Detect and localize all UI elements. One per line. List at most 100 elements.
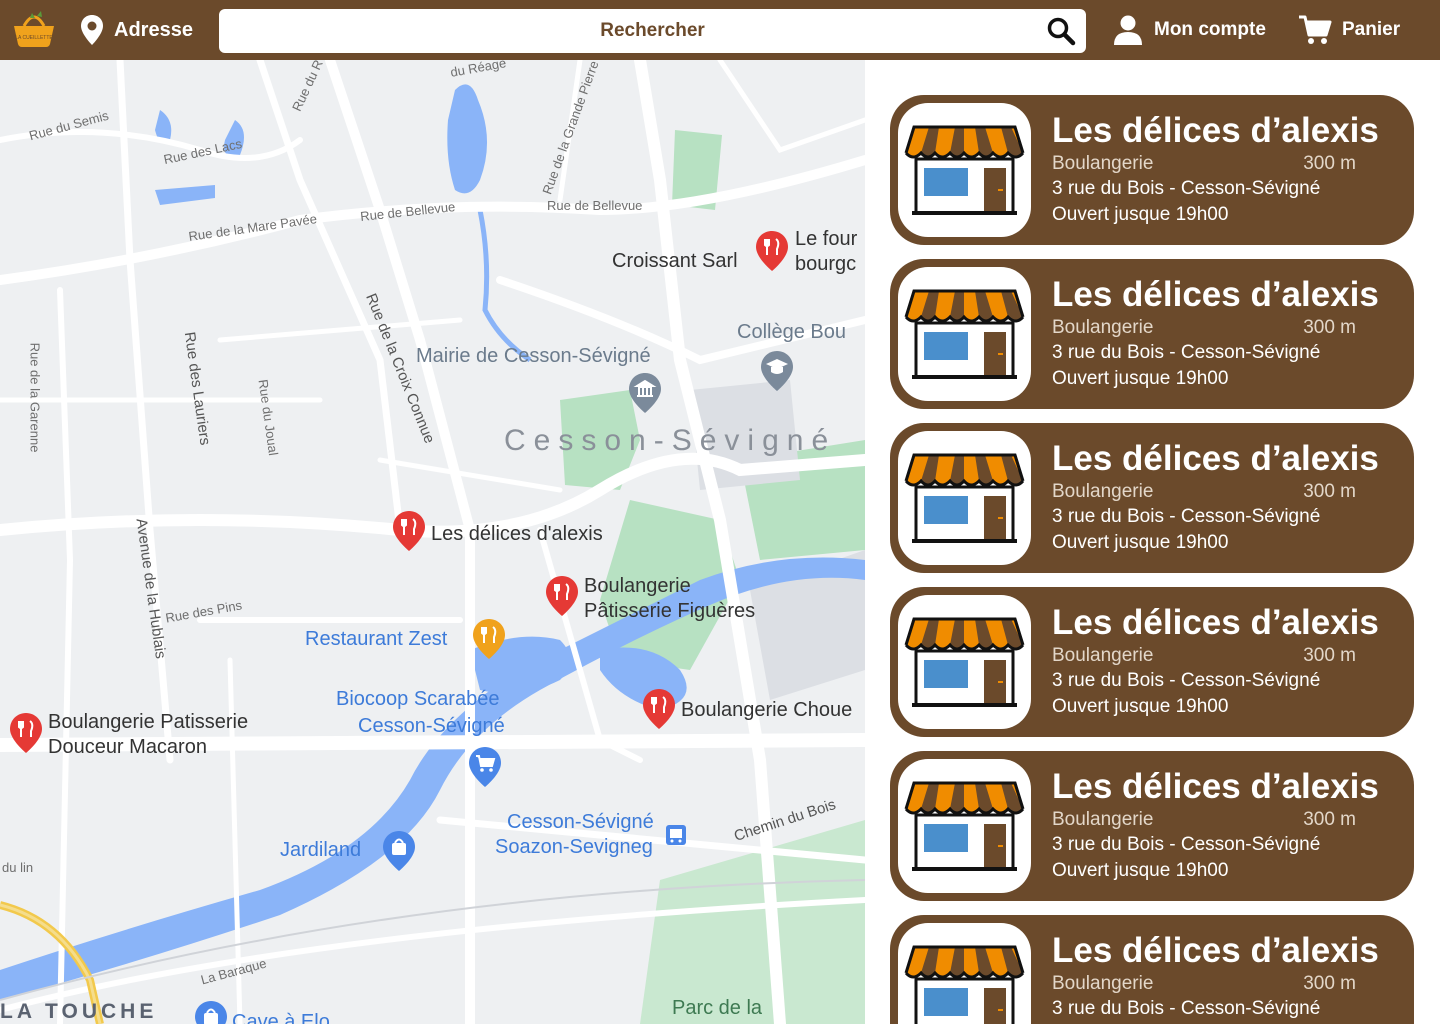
poi-label-station[interactable]: Soazon-Sevigneg — [495, 835, 653, 860]
store-hours: Ouvert jusque 19h00 — [1052, 696, 1229, 717]
store-name: Les délices d’alexis — [1052, 275, 1379, 314]
search-icon[interactable] — [1046, 16, 1076, 46]
poi-label-choue[interactable]: Boulangerie Choue — [681, 698, 852, 723]
top-navigation-bar: LA CUEILLETTE Adresse Rechercher Mon com… — [0, 0, 1440, 60]
store-category: Boulangerie — [1052, 809, 1154, 830]
svg-text:LA CUEILLETTE: LA CUEILLETTE — [15, 35, 53, 41]
poi-label-mairie[interactable]: Mairie de Cesson-Sévigné — [416, 344, 651, 369]
poi-label-station[interactable]: Cesson-Sévigné — [507, 810, 654, 835]
store-name: Les délices d’alexis — [1052, 439, 1379, 478]
poi-label-delices[interactable]: Les délices d'alexis — [431, 522, 603, 547]
store-card[interactable]: Les délices d’alexis Boulangerie 300 m 3… — [890, 423, 1414, 573]
store-category: Boulangerie — [1052, 645, 1154, 666]
store-card[interactable]: Les délices d’alexis Boulangerie 300 m 3… — [890, 587, 1414, 737]
poi-label-figueres[interactable]: Boulangerie — [584, 574, 691, 599]
poi-label-college[interactable]: Collège Bou — [737, 320, 846, 345]
shopping-cart-pin-icon[interactable] — [468, 746, 502, 788]
store-name: Les délices d’alexis — [1052, 111, 1379, 150]
store-address: 3 rue du Bois - Cesson-Sévigné — [1052, 506, 1321, 527]
store-card[interactable]: Les délices d’alexis Boulangerie 300 m 3… — [890, 259, 1414, 409]
store-list[interactable]: Les délices d’alexis Boulangerie 300 m 3… — [865, 60, 1440, 1024]
store-thumbnail — [898, 267, 1031, 401]
store-thumbnail — [898, 923, 1031, 1024]
restaurant-pin-icon[interactable] — [642, 688, 676, 730]
restaurant-pin-icon[interactable] — [392, 510, 426, 552]
store-card[interactable]: Les délices d’alexis Boulangerie 300 m 3… — [890, 751, 1414, 901]
store-address: 3 rue du Bois - Cesson-Sévigné — [1052, 342, 1321, 363]
store-thumbnail — [898, 431, 1031, 565]
store-card[interactable]: Les délices d’alexis Boulangerie 300 m 3… — [890, 95, 1414, 245]
poi-label-jardiland[interactable]: Jardiland — [280, 838, 361, 863]
food-pin-icon[interactable] — [472, 618, 506, 660]
poi-label-macaron[interactable]: Boulangerie Patisserie — [48, 710, 248, 735]
school-pin-icon[interactable] — [760, 350, 794, 392]
search-placeholder: Rechercher — [600, 20, 705, 41]
store-category: Boulangerie — [1052, 973, 1154, 994]
street-label: du lin — [2, 860, 34, 875]
restaurant-pin-icon[interactable] — [545, 575, 579, 617]
area-label: LA TOUCHE — [0, 1000, 158, 1023]
bus-stop-icon[interactable] — [665, 824, 687, 846]
shop-front-icon — [904, 289, 1025, 379]
map-view[interactable]: Rue du Semis Rue des Lacs Rue de la Mare… — [0, 60, 865, 1024]
poi-label-figueres[interactable]: Pâtisserie Figuères — [584, 599, 755, 624]
store-distance: 300 m — [1303, 481, 1356, 502]
cart-button[interactable]: Panier — [1298, 12, 1400, 48]
store-thumbnail — [898, 759, 1031, 893]
restaurant-pin-icon[interactable] — [755, 230, 789, 272]
store-thumbnail — [898, 595, 1031, 729]
shop-front-icon — [904, 945, 1025, 1024]
store-distance: 300 m — [1303, 317, 1356, 338]
account-button[interactable]: Mon compte — [1112, 12, 1266, 48]
poi-label-four[interactable]: bourgc — [795, 252, 856, 277]
poi-label-zest[interactable]: Restaurant Zest — [305, 627, 447, 652]
shop-front-icon — [904, 453, 1025, 543]
store-name: Les délices d’alexis — [1052, 767, 1379, 806]
store-thumbnail — [898, 103, 1031, 237]
shop-front-icon — [904, 617, 1025, 707]
store-address: 3 rue du Bois - Cesson-Sévigné — [1052, 998, 1321, 1019]
store-address: 3 rue du Bois - Cesson-Sévigné — [1052, 670, 1321, 691]
store-distance: 300 m — [1303, 153, 1356, 174]
store-hours: Ouvert jusque 19h00 — [1052, 368, 1229, 389]
store-name: Les délices d’alexis — [1052, 603, 1379, 642]
store-category: Boulangerie — [1052, 317, 1154, 338]
address-selector[interactable]: Adresse — [80, 14, 193, 46]
basket-logo-icon[interactable]: LA CUEILLETTE — [10, 10, 58, 50]
cart-label: Panier — [1342, 19, 1401, 40]
store-name: Les délices d’alexis — [1052, 931, 1379, 970]
search-input[interactable]: Rechercher — [219, 9, 1086, 53]
store-hours: Ouvert jusque 19h00 — [1052, 860, 1229, 881]
store-hours: Ouvert jusque 19h00 — [1052, 532, 1229, 553]
poi-label-biocoop[interactable]: Cesson-Sévigné — [358, 714, 505, 739]
shopping-bag-pin-icon[interactable] — [382, 830, 416, 872]
poi-label-biocoop[interactable]: Biocoop Scarabée — [336, 687, 499, 712]
store-card[interactable]: Les délices d’alexis Boulangerie 300 m 3… — [890, 915, 1414, 1024]
shop-front-icon — [904, 125, 1025, 215]
shopping-cart-icon — [1299, 15, 1332, 44]
restaurant-pin-icon[interactable] — [9, 712, 43, 754]
poi-label-parc[interactable]: Parc de la — [672, 996, 762, 1021]
store-distance: 300 m — [1303, 973, 1356, 994]
store-address: 3 rue du Bois - Cesson-Sévigné — [1052, 178, 1321, 199]
user-icon — [1114, 15, 1142, 45]
store-distance: 300 m — [1303, 809, 1356, 830]
address-label: Adresse — [114, 18, 193, 41]
street-label: Rue de la Garenne — [27, 342, 43, 453]
town-hall-pin-icon[interactable] — [628, 372, 662, 414]
store-hours: Ouvert jusque 19h00 — [1052, 204, 1229, 225]
store-distance: 300 m — [1303, 645, 1356, 666]
shopping-bag-pin-icon[interactable] — [194, 1000, 228, 1024]
poi-label-macaron[interactable]: Douceur Macaron — [48, 735, 207, 760]
store-category: Boulangerie — [1052, 481, 1154, 502]
poi-label-four[interactable]: Le four — [795, 227, 857, 252]
poi-label-cave[interactable]: Cave à Elo — [232, 1010, 330, 1024]
shop-front-icon — [904, 781, 1025, 871]
location-pin-icon — [81, 15, 103, 45]
store-category: Boulangerie — [1052, 153, 1154, 174]
street-label: Rue de Bellevue — [547, 198, 643, 213]
poi-label-croissant[interactable]: Croissant Sarl — [612, 249, 738, 274]
store-address: 3 rue du Bois - Cesson-Sévigné — [1052, 834, 1321, 855]
account-label: Mon compte — [1154, 19, 1266, 40]
town-label: Cesson-Sévigné — [504, 424, 837, 457]
